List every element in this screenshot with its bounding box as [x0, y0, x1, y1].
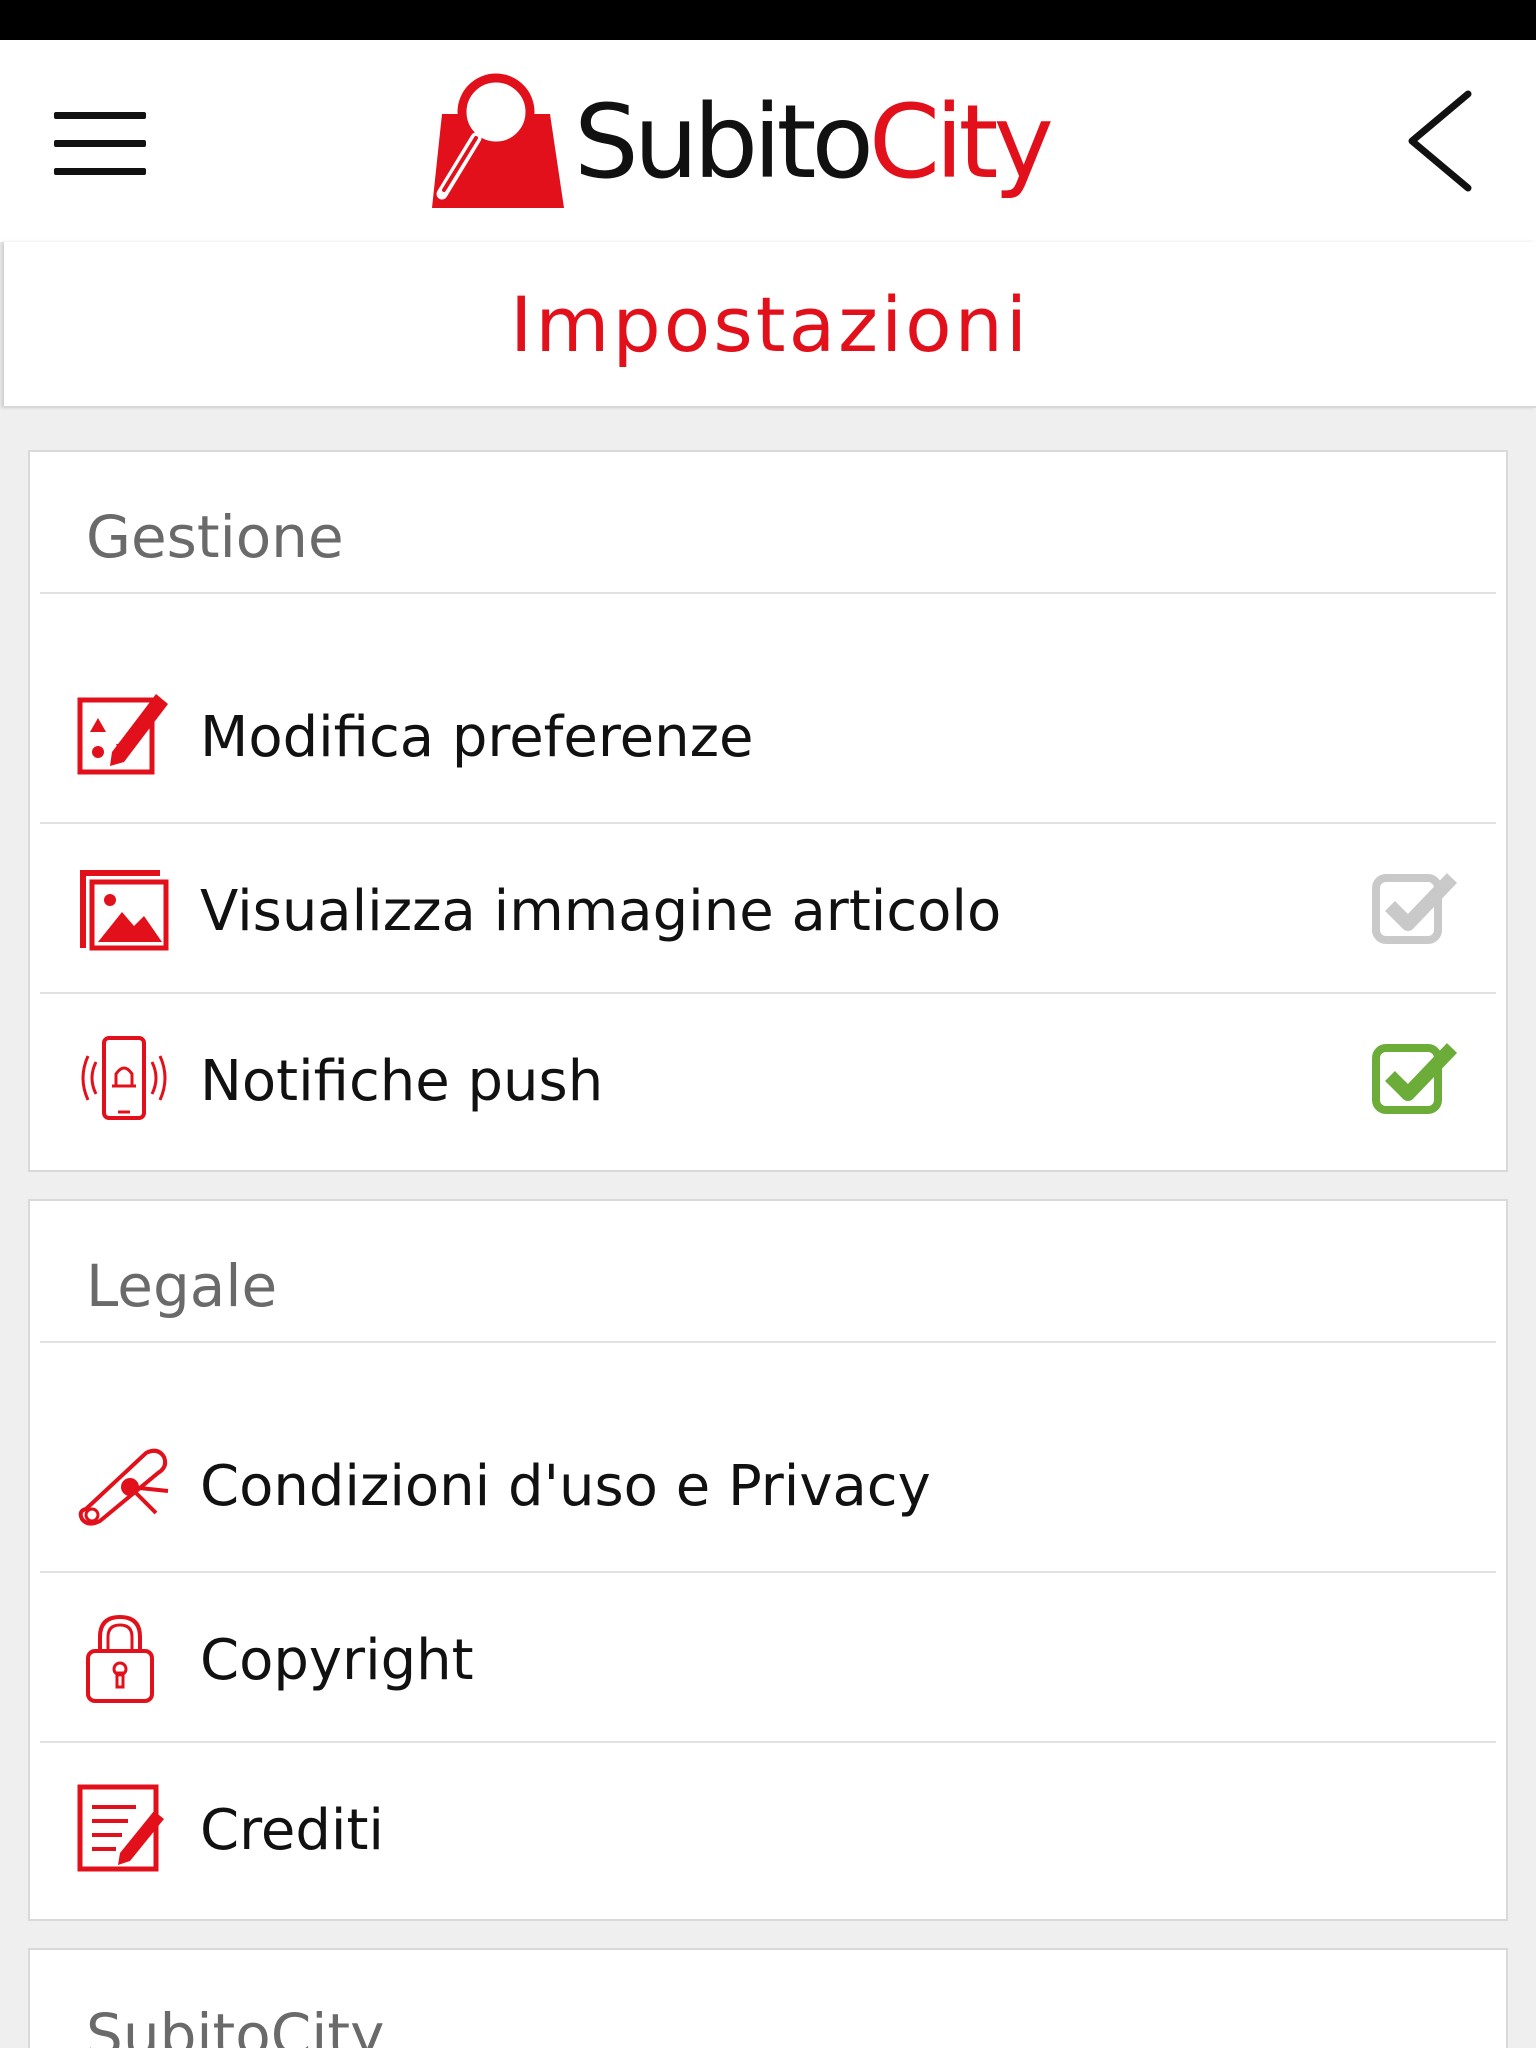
- app-logo: SubitoCity: [426, 62, 1054, 212]
- list-item-label: Crediti: [200, 1798, 384, 1863]
- section-header: Gestione: [40, 452, 1496, 594]
- diploma-scroll-icon: [78, 1448, 169, 1526]
- checkbox-disabled-checked-icon[interactable]: [1370, 864, 1460, 954]
- brand-name-city: City: [868, 83, 1054, 202]
- section-legale: Legale Condizioni d'uso e Privacy Copyri…: [28, 1199, 1508, 1921]
- list-item-copyright[interactable]: Copyright: [40, 1573, 1496, 1743]
- list-item-crediti[interactable]: Crediti: [40, 1743, 1496, 1913]
- checkbox-checked-icon[interactable]: [1370, 1034, 1460, 1124]
- image-gallery-icon: [80, 870, 169, 951]
- section-header: Legale: [40, 1201, 1496, 1343]
- list-item-condizioni-uso[interactable]: Condizioni d'uso e Privacy: [40, 1343, 1496, 1573]
- shopping-bag-logo-icon: [432, 73, 564, 208]
- list-item-label: Condizioni d'uso e Privacy: [200, 1454, 931, 1519]
- brand-name: SubitoCity: [574, 92, 1054, 194]
- padlock-icon: [86, 1614, 154, 1703]
- status-bar: [0, 0, 1536, 40]
- section-subitocity: SubitoCity: [28, 1948, 1508, 2048]
- list-item-notifiche-push[interactable]: Notifiche push: [40, 994, 1496, 1164]
- list-item-label: Copyright: [200, 1628, 474, 1693]
- chevron-left-icon[interactable]: [1394, 86, 1484, 196]
- section-header: SubitoCity: [40, 1950, 1496, 2048]
- list-item-modifica-preferenze[interactable]: Modifica preferenze: [40, 594, 1496, 824]
- app-header: SubitoCity: [0, 40, 1536, 242]
- page-title: Impostazioni: [510, 280, 1030, 369]
- section-title: Gestione: [86, 503, 344, 571]
- edit-preferences-icon: [77, 694, 168, 775]
- list-item-label: Notifiche push: [200, 1049, 604, 1114]
- list-item-visualizza-immagine[interactable]: Visualizza immagine articolo: [40, 824, 1496, 994]
- hamburger-menu-icon[interactable]: [48, 104, 152, 184]
- section-title: SubitoCity: [86, 2001, 385, 2048]
- page-title-bar: Impostazioni: [4, 242, 1536, 408]
- section-title: Legale: [86, 1252, 278, 1320]
- brand-name-subito: Subito: [574, 83, 874, 202]
- list-item-label: Visualizza immagine articolo: [200, 879, 1002, 944]
- document-edit-icon: [77, 1784, 164, 1872]
- phone-notification-icon: [81, 1036, 167, 1120]
- section-gestione: Gestione Modifica preferenze Visualizza …: [28, 450, 1508, 1172]
- list-item-label: Modifica preferenze: [200, 705, 754, 770]
